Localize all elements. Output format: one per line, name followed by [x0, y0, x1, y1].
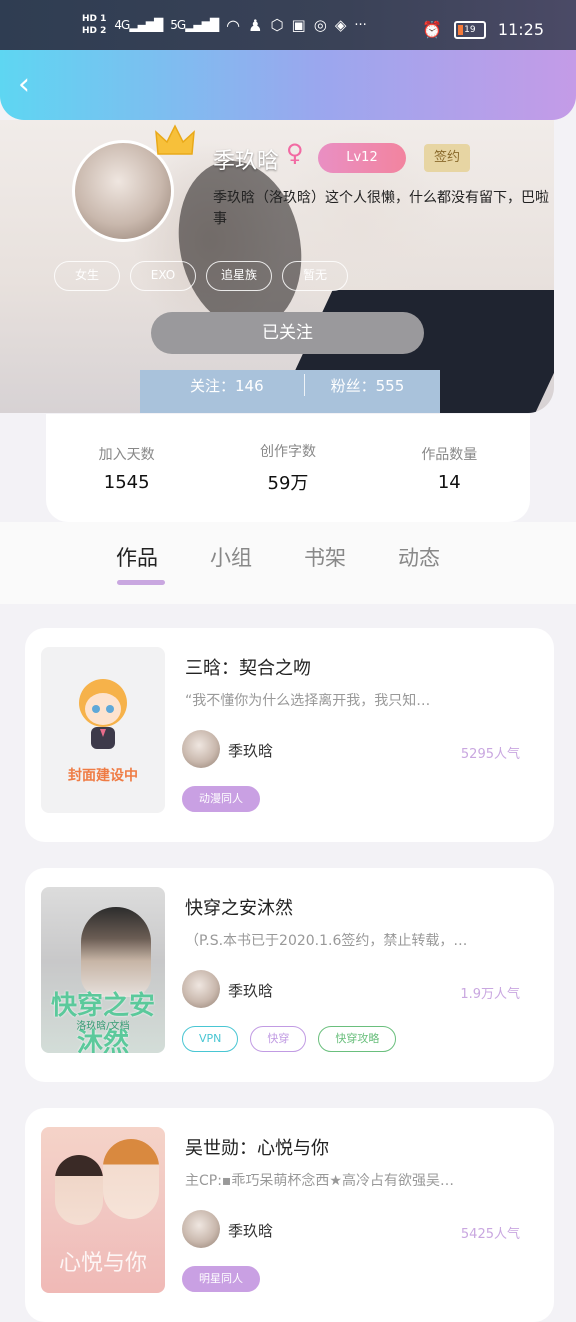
cover-subtitle: 洛玖晗/文档: [76, 1021, 130, 1032]
cover-illustration: [81, 907, 151, 997]
author-avatar[interactable]: [182, 730, 220, 768]
user-name: 季玖晗: [213, 149, 280, 174]
divider: [303, 374, 305, 396]
stat-label: 创作字数: [259, 444, 316, 460]
signal-5g-icon: 5G▂▄▆█: [170, 18, 219, 32]
cover-illustration-2: [103, 1139, 159, 1219]
work-cover[interactable]: 心悦与你: [41, 1127, 165, 1293]
signed-badge: 签约: [424, 144, 470, 172]
author-name: 季玖晗: [228, 1222, 274, 1240]
follow-counts: 关注：146 粉丝：555: [190, 374, 430, 396]
work-card[interactable]: 心悦与你 吴世勋：心悦与你 主CP:▪乖巧呆萌杯念西★高冷占有欲强吴… 季玖晗 …: [25, 1108, 554, 1322]
chevron-left-icon: ‹: [18, 67, 30, 102]
stat-word-count: 创作字数 59万: [260, 441, 316, 495]
popularity-count: 5295人气: [460, 747, 520, 762]
more-icon: ···: [354, 17, 367, 33]
wifi-icon: ◠: [226, 15, 241, 35]
follow-button[interactable]: 已关注: [151, 312, 424, 354]
work-description: 主CP:▪乖巧呆萌杯念西★高冷占有欲强吴…: [185, 1173, 454, 1189]
hd1-label: HD 1: [82, 14, 107, 24]
stat-join-days: 加入天数 1545: [99, 444, 155, 493]
work-title[interactable]: 快穿之安沐然: [185, 894, 293, 920]
alarm-icon: ⏰: [421, 20, 442, 39]
tab-bar: 作品 小组 书架 动态: [0, 522, 576, 604]
author-avatar[interactable]: [182, 970, 220, 1008]
work-description: “我不懂你为什么选择离开我，我只知…: [185, 693, 431, 709]
user-tag[interactable]: EXO: [130, 261, 196, 291]
work-card[interactable]: 封面建设中 三晗：契合之吻 “我不懂你为什么选择离开我，我只知… 季玖晗 529…: [25, 628, 554, 842]
stat-value: 1545: [103, 471, 150, 493]
work-tags: 动漫同人: [182, 786, 260, 812]
work-cover[interactable]: 封面建设中: [41, 647, 165, 813]
work-tags: 明星同人: [182, 1266, 260, 1292]
stat-value: 59万: [267, 473, 309, 494]
tab-feed[interactable]: 动态: [398, 542, 440, 572]
level-badge: Lv12: [318, 143, 406, 173]
author-name: 季玖晗: [228, 742, 274, 760]
popularity-count: 5425人气: [460, 1227, 520, 1242]
user-tags: 女生 EXO 追星族 暂无: [54, 261, 348, 291]
cover-title: 心悦与你: [58, 1251, 147, 1276]
shield-icon: ◈: [334, 16, 347, 34]
work-tag[interactable]: 明星同人: [182, 1266, 260, 1292]
user-bio: 季玖晗（洛玖晗）这个人很懒，什么都没有留下，巴啦事: [213, 190, 549, 227]
clock-time: 11:25: [497, 20, 544, 39]
crown-icon: [154, 124, 196, 160]
tab-works[interactable]: 作品: [116, 542, 165, 585]
work-card[interactable]: 快穿之安沐然 洛玖晗/文档 快穿之安沐然 （P.S.本书已于2020.1.6签约…: [25, 868, 554, 1082]
work-description: （P.S.本书已于2020.1.6签约，禁止转载，…: [185, 933, 468, 949]
cover-illustration: [55, 1155, 103, 1225]
stat-value: 14: [437, 471, 461, 493]
user-tag[interactable]: 女生: [54, 261, 120, 291]
battery-icon: 19: [453, 20, 486, 39]
cover-placeholder-text: 封面建设中: [68, 768, 138, 784]
back-button[interactable]: ‹: [18, 70, 30, 100]
signal-icon: 4G▂▄▆█: [114, 18, 163, 32]
work-tag[interactable]: VPN: [182, 1026, 239, 1052]
work-title[interactable]: 吴世勋：心悦与你: [185, 1134, 329, 1160]
work-tag[interactable]: 快穿: [250, 1026, 307, 1052]
female-icon: ♀: [286, 139, 304, 167]
hd-indicator: HD 1 HD 2: [82, 14, 106, 36]
work-title[interactable]: 三晗：契合之吻: [185, 654, 311, 680]
following-count[interactable]: 关注：146: [190, 375, 264, 396]
work-tags: VPN 快穿 快穿攻略: [182, 1026, 397, 1052]
user-tag[interactable]: 暂无: [282, 261, 348, 291]
author-name: 季玖晗: [228, 982, 274, 1000]
popularity-count: 1.9万人气: [460, 987, 520, 1002]
app-icon: ⬡: [270, 16, 284, 34]
user-tag[interactable]: 追星族: [206, 261, 272, 291]
top-app-bar: ‹: [0, 50, 576, 120]
work-tag[interactable]: 快穿攻略: [318, 1026, 397, 1052]
stat-label: 作品数量: [421, 446, 478, 463]
stats-card: 加入天数 1545 创作字数 59万 作品数量 14: [46, 414, 530, 522]
wechat-icon: ◎: [313, 16, 327, 34]
hd2-label: HD 2: [82, 26, 107, 36]
tab-bookshelf[interactable]: 书架: [304, 542, 346, 572]
qq-icon: ♟: [248, 15, 263, 35]
author-avatar[interactable]: [182, 1210, 220, 1248]
fans-count[interactable]: 粉丝：555: [331, 375, 405, 396]
work-tag[interactable]: 动漫同人: [182, 786, 260, 812]
work-cover[interactable]: 快穿之安沐然 洛玖晗/文档: [41, 887, 165, 1053]
stat-works-count: 作品数量 14: [421, 444, 477, 493]
tab-groups[interactable]: 小组: [210, 542, 252, 572]
stat-label: 加入天数: [98, 446, 155, 463]
app2-icon: ▣: [291, 16, 306, 34]
chibi-illustration: [79, 679, 127, 749]
